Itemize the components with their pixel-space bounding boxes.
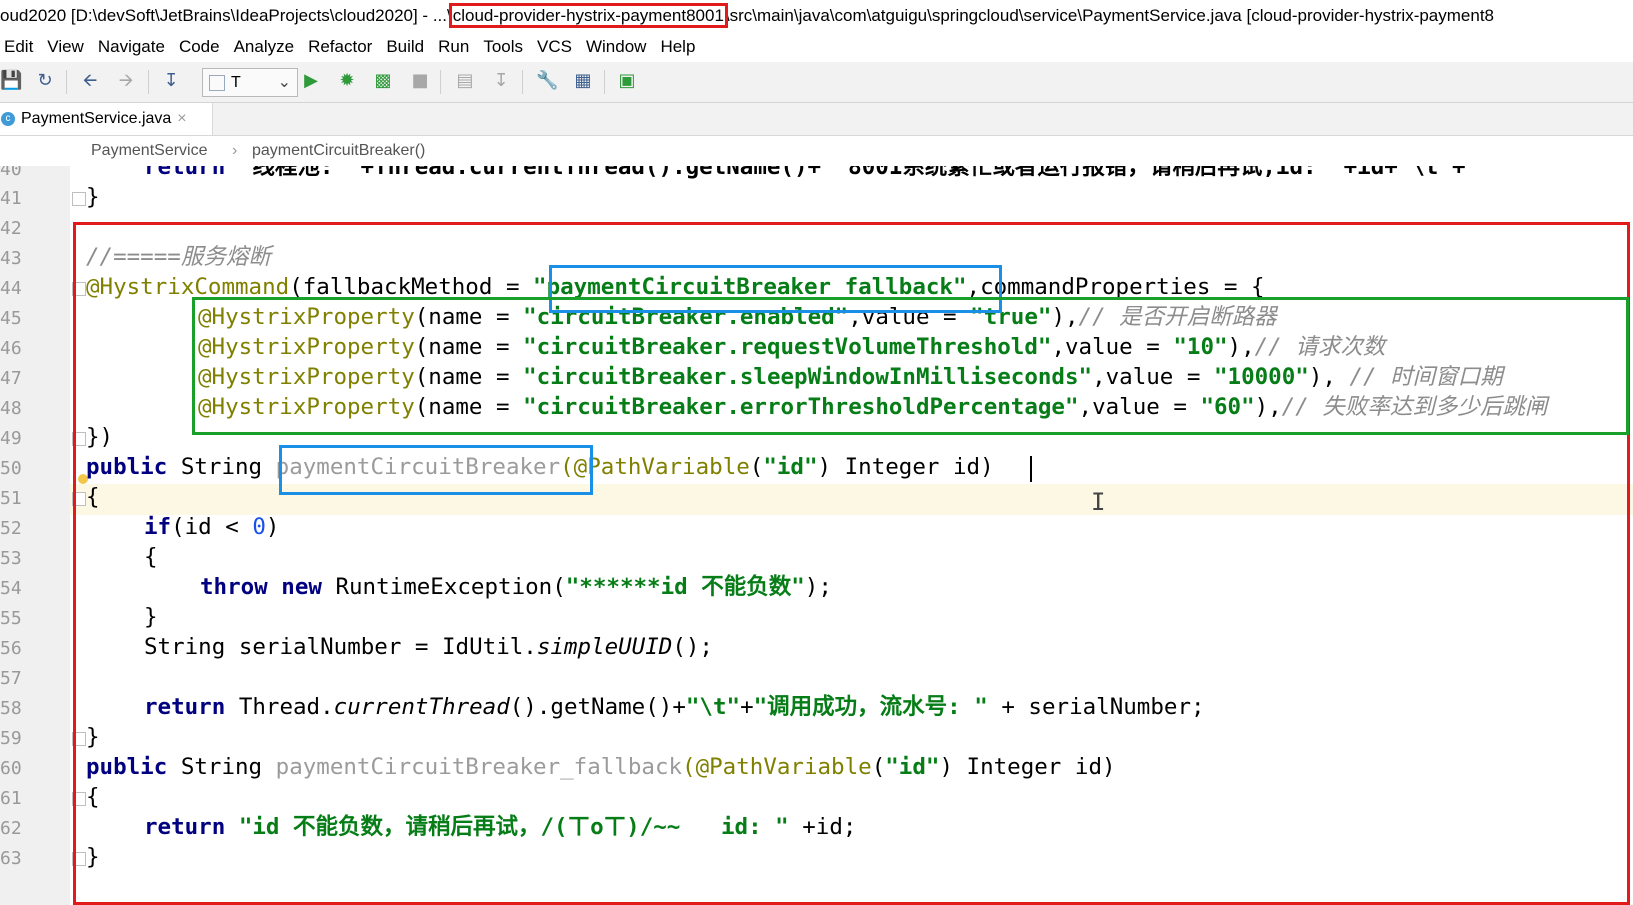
toolbar-separator bbox=[604, 70, 605, 94]
menu-window[interactable]: Window bbox=[579, 32, 653, 62]
code-text: "线程池: "+Thread.currentThread().getName()… bbox=[225, 166, 1466, 180]
menu-refactor[interactable]: Refactor bbox=[301, 32, 379, 62]
line-number: 61 bbox=[0, 788, 22, 809]
line-number: 60 bbox=[0, 758, 22, 779]
tab-label: PaymentService.java bbox=[21, 110, 172, 127]
line-number: 55 bbox=[0, 608, 22, 629]
line-number: 58 bbox=[0, 698, 22, 719]
line-number: 53 bbox=[0, 548, 22, 569]
close-icon[interactable]: × bbox=[177, 110, 186, 127]
line-number: 42 bbox=[0, 218, 22, 239]
run-config-label: T bbox=[231, 74, 241, 91]
menu-edit[interactable]: Edit bbox=[0, 32, 40, 62]
toolbar-separator bbox=[148, 70, 149, 94]
line-number: 49 bbox=[0, 428, 22, 449]
settings-icon[interactable]: 🔧 bbox=[536, 70, 558, 92]
window-title-bar: oud2020 [D:\devSoft\JetBrains\IdeaProjec… bbox=[0, 0, 1633, 32]
menu-analyze[interactable]: Analyze bbox=[227, 32, 301, 62]
line-number: 63 bbox=[0, 848, 22, 869]
fold-marker[interactable] bbox=[72, 192, 86, 206]
line-number: 43 bbox=[0, 248, 22, 269]
sync-icon[interactable]: ↻ bbox=[34, 70, 56, 92]
toolbar-separator bbox=[440, 70, 441, 94]
breadcrumb-method[interactable]: paymentCircuitBreaker() bbox=[252, 136, 425, 166]
save-icon[interactable]: 💾 bbox=[0, 70, 22, 92]
blue-highlight-method bbox=[279, 445, 593, 495]
line-number: 56 bbox=[0, 638, 22, 659]
tab-payment-service[interactable]: c PaymentService.java × bbox=[0, 103, 213, 135]
line-number: 50 bbox=[0, 458, 22, 479]
forward-icon[interactable]: 🡪 bbox=[115, 70, 137, 92]
editor-tab-bar bbox=[0, 103, 1633, 136]
menu-run[interactable]: Run bbox=[431, 32, 476, 62]
line-number: 57 bbox=[0, 668, 22, 689]
line-number: 44 bbox=[0, 278, 22, 299]
toolbar-separator bbox=[66, 70, 67, 94]
back-icon[interactable]: 🡨 bbox=[79, 70, 101, 92]
breadcrumb-separator: › bbox=[232, 142, 238, 159]
build-icon[interactable]: ↧ bbox=[160, 70, 182, 92]
line-number: 41 bbox=[0, 188, 22, 209]
menu-code[interactable]: Code bbox=[172, 32, 227, 62]
editor-area[interactable]: 40 41 42 43 44 45 46 47 48 49 50 51 52 5… bbox=[0, 166, 1633, 905]
line-number: 54 bbox=[0, 578, 22, 599]
plugin-icon[interactable]: ▣ bbox=[616, 70, 638, 92]
project-structure-icon[interactable]: ▦ bbox=[572, 70, 594, 92]
toolbar-separator bbox=[522, 70, 523, 94]
menu-view[interactable]: View bbox=[40, 32, 91, 62]
window-title-suffix: \src\main\java\com\atguigu\springcloud\s… bbox=[724, 6, 1495, 25]
menu-build[interactable]: Build bbox=[379, 32, 431, 62]
structure-icon[interactable]: ▤ bbox=[454, 70, 476, 92]
coverage-icon[interactable]: ▩ bbox=[372, 70, 394, 92]
run-config-select[interactable]: T ⌄ bbox=[202, 68, 298, 97]
line-number: 47 bbox=[0, 368, 22, 389]
menu-bar: Edit View Navigate Code Analyze Refactor Build… bbox=[0, 32, 1633, 62]
menu-help[interactable]: Help bbox=[653, 32, 702, 62]
window-title-prefix: oud2020 [D:\devSoft\JetBrains\IdeaProjec… bbox=[0, 6, 452, 25]
breadcrumb-class[interactable]: PaymentService bbox=[91, 136, 208, 166]
java-class-icon: c bbox=[1, 111, 15, 126]
line-number: 59 bbox=[0, 728, 22, 749]
line-number: 51 bbox=[0, 488, 22, 509]
run-icon[interactable]: ▶ bbox=[300, 70, 322, 92]
line-number: 52 bbox=[0, 518, 22, 539]
menu-navigate[interactable]: Navigate bbox=[91, 32, 172, 62]
line-number: 62 bbox=[0, 818, 22, 839]
keyword: return bbox=[144, 166, 226, 180]
stop-icon[interactable]: ■ bbox=[409, 70, 431, 92]
debug-icon[interactable]: ✹ bbox=[336, 70, 358, 92]
breadcrumb: PaymentService › paymentCircuitBreaker() bbox=[0, 136, 1633, 166]
line-number: 45 bbox=[0, 308, 22, 329]
code-line-41: } bbox=[86, 184, 100, 210]
line-number: 46 bbox=[0, 338, 22, 359]
menu-vcs[interactable]: VCS bbox=[530, 32, 579, 62]
sdk-icon[interactable]: ↧ bbox=[490, 70, 512, 92]
chevron-down-icon: ⌄ bbox=[277, 74, 291, 91]
menu-tools[interactable]: Tools bbox=[476, 32, 530, 62]
green-highlight-properties bbox=[192, 297, 1629, 435]
line-number: 48 bbox=[0, 398, 22, 419]
window-title-module: cloud-provider-hystrix-payment8001 bbox=[448, 3, 728, 28]
config-icon bbox=[209, 74, 225, 91]
code-line-40: return "线程池: "+Thread.currentThread().ge… bbox=[144, 166, 1466, 183]
